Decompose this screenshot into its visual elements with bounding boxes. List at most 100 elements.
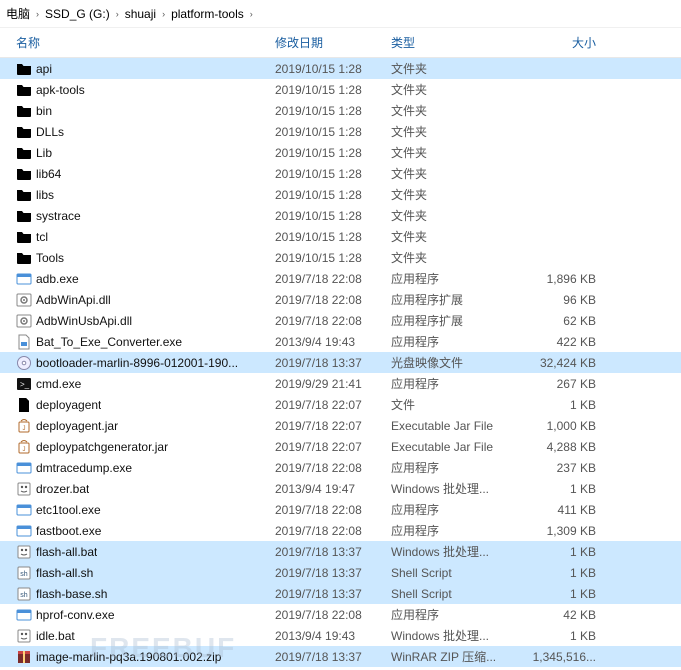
breadcrumb-segment[interactable]: shuaji <box>125 7 156 21</box>
file-type: 应用程序 <box>391 501 516 518</box>
file-list: api2019/10/15 1:28文件夹apk-tools2019/10/15… <box>0 58 681 667</box>
file-name: Tools <box>36 251 64 265</box>
table-row[interactable]: bin2019/10/15 1:28文件夹 <box>0 100 681 121</box>
file-date: 2019/7/18 22:07 <box>275 440 391 454</box>
table-row[interactable]: deploypatchgenerator.jar2019/7/18 22:07E… <box>0 436 681 457</box>
file-name: bootloader-marlin-8996-012001-190... <box>36 356 238 370</box>
table-row[interactable]: flash-all.bat2019/7/18 13:37Windows 批处理.… <box>0 541 681 562</box>
table-row[interactable]: drozer.bat2013/9/4 19:47Windows 批处理...1 … <box>0 478 681 499</box>
table-row[interactable]: AdbWinUsbApi.dll2019/7/18 22:08应用程序扩展62 … <box>0 310 681 331</box>
file-date: 2019/7/18 22:08 <box>275 461 391 475</box>
file-size: 1 KB <box>516 398 606 412</box>
file-size: 1 KB <box>516 566 606 580</box>
file-type: 光盘映像文件 <box>391 354 516 371</box>
folder-icon <box>16 145 32 161</box>
chevron-right-icon: › <box>36 9 39 19</box>
file-size: 4,288 KB <box>516 440 606 454</box>
folder-icon <box>16 103 32 119</box>
file-name: adb.exe <box>36 272 79 286</box>
table-row[interactable]: systrace2019/10/15 1:28文件夹 <box>0 205 681 226</box>
file-date: 2019/7/18 22:08 <box>275 503 391 517</box>
table-row[interactable]: Tools 2019/10/15 1:28文件夹 <box>0 247 681 268</box>
table-row[interactable]: cmd.exe 2019/9/29 21:41应用程序267 KB <box>0 373 681 394</box>
jar-icon <box>16 418 32 434</box>
table-row[interactable]: fastboot.exe2019/7/18 22:08应用程序1,309 KB <box>0 520 681 541</box>
file-type: 文件夹 <box>391 165 516 182</box>
file-date: 2019/7/18 22:07 <box>275 419 391 433</box>
table-row[interactable]: adb.exe2019/7/18 22:08应用程序1,896 KB <box>0 268 681 289</box>
table-row[interactable]: Bat_To_Exe_Converter.exe2013/9/4 19:43应用… <box>0 331 681 352</box>
column-header-date[interactable]: 修改日期 <box>275 34 391 51</box>
file-name: Bat_To_Exe_Converter.exe <box>36 335 182 349</box>
file-name: systrace <box>36 209 81 223</box>
column-header-type[interactable]: 类型 <box>391 34 516 51</box>
file-date: 2013/9/4 19:43 <box>275 335 391 349</box>
file-name: dmtracedump.exe <box>36 461 132 475</box>
file-type: 应用程序 <box>391 375 516 392</box>
file-type: WinRAR ZIP 压缩... <box>391 648 516 665</box>
app-icon <box>16 607 32 623</box>
file-date: 2019/7/18 22:08 <box>275 293 391 307</box>
table-row[interactable]: deployagent.jar2019/7/18 22:07Executable… <box>0 415 681 436</box>
chevron-right-icon: › <box>250 9 253 19</box>
file-date: 2019/10/15 1:28 <box>275 251 391 265</box>
file-size: 1,345,516... <box>516 650 606 664</box>
table-row[interactable]: libs2019/10/15 1:28文件夹 <box>0 184 681 205</box>
file-size: 1 KB <box>516 629 606 643</box>
file-date: 2019/10/15 1:28 <box>275 167 391 181</box>
file-date: 2019/10/15 1:28 <box>275 83 391 97</box>
folder-icon <box>16 187 32 203</box>
file-name: libs <box>36 188 54 202</box>
breadcrumb[interactable]: 电脑 › SSD_G (G:) › shuaji › platform-tool… <box>0 0 681 28</box>
file-type: Shell Script <box>391 587 516 601</box>
table-row[interactable]: flash-all.sh2019/7/18 13:37Shell Script1… <box>0 562 681 583</box>
file-size: 1,309 KB <box>516 524 606 538</box>
table-row[interactable]: idle.bat2013/9/4 19:43Windows 批处理...1 KB <box>0 625 681 646</box>
table-row[interactable]: AdbWinApi.dll2019/7/18 22:08应用程序扩展96 KB <box>0 289 681 310</box>
table-row[interactable]: image-marlin-pq3a.190801.002.zip2019/7/1… <box>0 646 681 667</box>
table-row[interactable]: apk-tools2019/10/15 1:28文件夹 <box>0 79 681 100</box>
bat-icon <box>16 481 32 497</box>
file-name: tcl <box>36 230 48 244</box>
file-type: 文件夹 <box>391 228 516 245</box>
breadcrumb-segment[interactable]: platform-tools <box>171 7 244 21</box>
file-name: fastboot.exe <box>36 524 101 538</box>
file-date: 2019/7/18 22:08 <box>275 608 391 622</box>
file-date: 2019/7/18 13:37 <box>275 650 391 664</box>
file-size: 267 KB <box>516 377 606 391</box>
table-row[interactable]: deployagent2019/7/18 22:07文件1 KB <box>0 394 681 415</box>
column-header-size[interactable]: 大小 <box>516 34 606 51</box>
table-row[interactable]: hprof-conv.exe2019/7/18 22:08应用程序42 KB <box>0 604 681 625</box>
table-row[interactable]: etc1tool.exe2019/7/18 22:08应用程序411 KB <box>0 499 681 520</box>
file-size: 96 KB <box>516 293 606 307</box>
table-row[interactable]: bootloader-marlin-8996-012001-190...2019… <box>0 352 681 373</box>
table-row[interactable]: dmtracedump.exe2019/7/18 22:08应用程序237 KB <box>0 457 681 478</box>
file-date: 2019/7/18 22:08 <box>275 314 391 328</box>
file-name: deployagent.jar <box>36 419 118 433</box>
file-name: cmd.exe <box>36 377 81 391</box>
table-row[interactable]: tcl2019/10/15 1:28文件夹 <box>0 226 681 247</box>
file-size: 42 KB <box>516 608 606 622</box>
file-name: Lib <box>36 146 52 160</box>
table-row[interactable]: Lib2019/10/15 1:28文件夹 <box>0 142 681 163</box>
breadcrumb-segment[interactable]: 电脑 <box>6 5 30 22</box>
file-size: 1,000 KB <box>516 419 606 433</box>
table-row[interactable]: flash-base.sh2019/7/18 13:37Shell Script… <box>0 583 681 604</box>
file-date: 2019/7/18 22:08 <box>275 272 391 286</box>
column-header-row: 名称 修改日期 类型 大小 <box>0 28 681 58</box>
file-type: Windows 批处理... <box>391 543 516 560</box>
breadcrumb-segment[interactable]: SSD_G (G:) <box>45 7 110 21</box>
column-header-name[interactable]: 名称 <box>0 34 275 51</box>
table-row[interactable]: api2019/10/15 1:28文件夹 <box>0 58 681 79</box>
cmd-icon <box>16 376 32 392</box>
file-size: 32,424 KB <box>516 356 606 370</box>
chevron-right-icon: › <box>162 9 165 19</box>
file-date: 2019/10/15 1:28 <box>275 146 391 160</box>
folder-icon <box>16 250 32 266</box>
file-size: 1,896 KB <box>516 272 606 286</box>
table-row[interactable]: DLLs2019/10/15 1:28文件夹 <box>0 121 681 142</box>
file-name: deploypatchgenerator.jar <box>36 440 168 454</box>
file-type: 文件夹 <box>391 249 516 266</box>
file-date: 2019/9/29 21:41 <box>275 377 391 391</box>
table-row[interactable]: lib642019/10/15 1:28文件夹 <box>0 163 681 184</box>
